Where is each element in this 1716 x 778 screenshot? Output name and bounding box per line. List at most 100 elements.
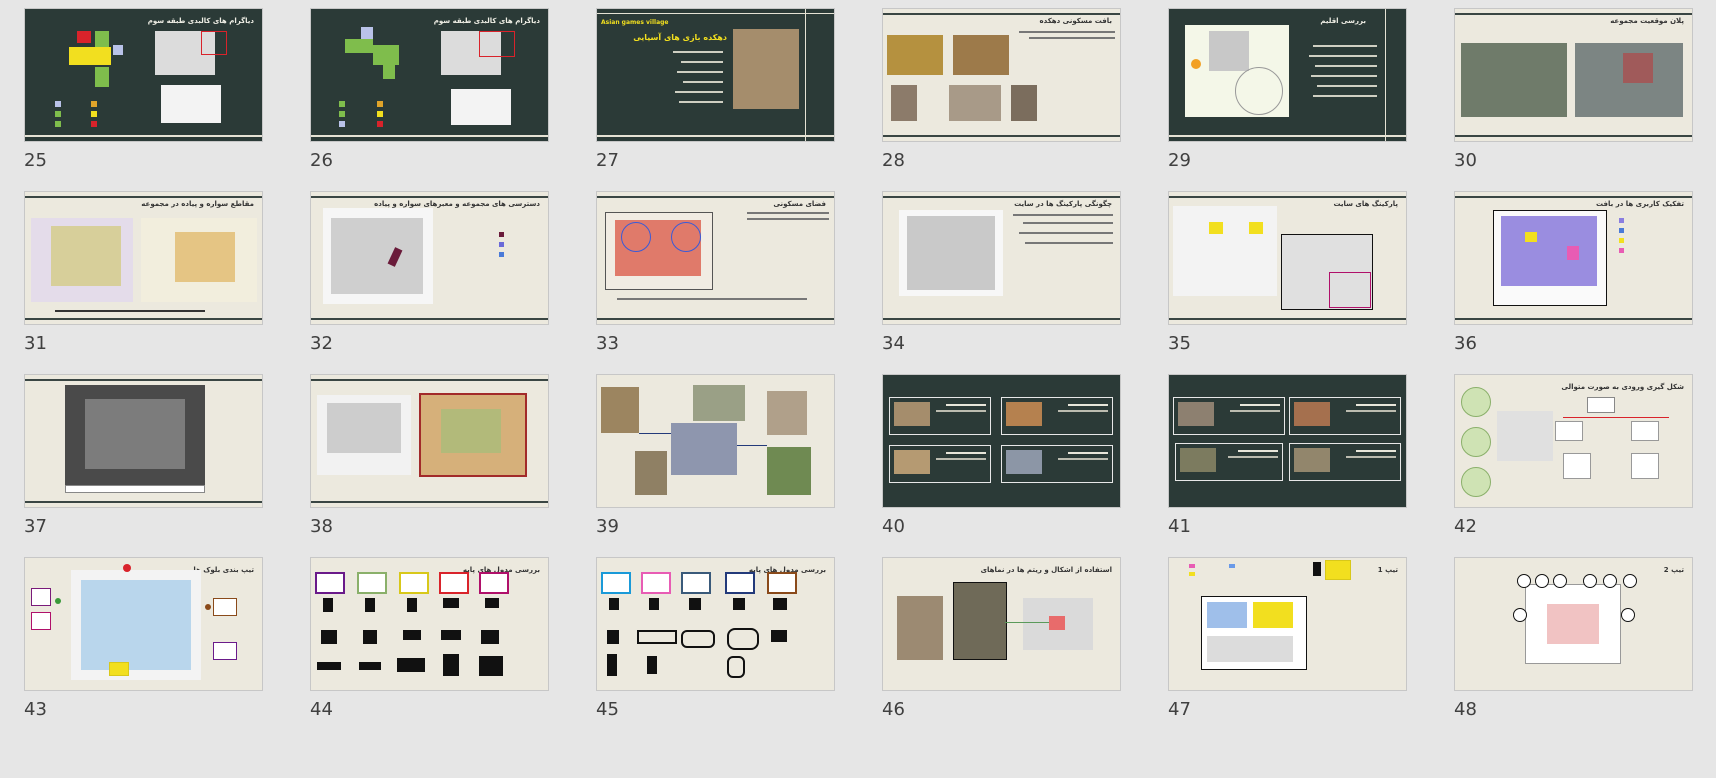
slide-32[interactable]: دسترسی های مجموعه و معبرهای سواره و پیاد… (310, 183, 551, 383)
card-heading (1356, 404, 1396, 406)
divider (1169, 135, 1406, 137)
slide-38[interactable]: 38 (310, 366, 551, 566)
slide-26[interactable]: دیاگرام های کالبدی طبقه سوم 26 (310, 0, 551, 200)
legend-swatch (91, 121, 97, 127)
slide-thumbnail[interactable]: تیپ بندی بلوک ها (24, 557, 263, 691)
module-shape (365, 598, 375, 612)
slide-sorter-grid: دیاگرام های کالبدی طبقه سوم 25 دیاگرام ه… (0, 0, 1716, 778)
slide-25[interactable]: دیاگرام های کالبدی طبقه سوم 25 (24, 0, 265, 200)
slide-thumbnail[interactable] (1168, 374, 1407, 508)
slide-37[interactable]: 37 (24, 366, 265, 566)
bullet-text (1313, 95, 1377, 97)
legend-swatch (1189, 572, 1195, 576)
module-shape (359, 662, 381, 670)
slide-thumbnail[interactable]: Asian games village دهکده بازی های آسیای… (596, 8, 835, 142)
divider (1385, 9, 1386, 141)
slide-48[interactable]: تیپ 2 48 (1454, 549, 1695, 749)
highlight-frame (201, 31, 227, 55)
slide-thumbnail[interactable]: پارکینگ های سایت (1168, 191, 1407, 325)
slide-41[interactable]: 41 (1168, 366, 1409, 566)
slide-thumbnail[interactable]: دیاگرام های کالبدی طبقه سوم (24, 8, 263, 142)
floor-plan (1207, 602, 1247, 628)
module-shape (771, 630, 787, 642)
slide-47[interactable]: تیپ 1 47 (1168, 549, 1409, 749)
slide-31[interactable]: مقاطع سواره و پیاده در مجموعه 31 (24, 183, 265, 383)
slide-27[interactable]: Asian games village دهکده بازی های آسیای… (596, 0, 837, 200)
slide-43[interactable]: تیپ بندی بلوک ها 43 (24, 549, 265, 749)
module-shape (479, 656, 503, 676)
module-shape (403, 630, 421, 640)
info-card[interactable] (889, 445, 991, 483)
slide-thumbnail[interactable]: بررسی اقلیم (1168, 8, 1407, 142)
slide-thumbnail[interactable]: استفاده از اشکال و ریتم ها در نماهای (882, 557, 1121, 691)
legend-swatch (1229, 564, 1235, 568)
photo (1180, 448, 1216, 472)
legend-swatch (55, 111, 61, 117)
slide-thumbnail[interactable] (24, 374, 263, 508)
plan-drawing (1173, 206, 1277, 296)
legend-swatch (499, 252, 504, 257)
slide-33[interactable]: فضای مسکونی 33 (596, 183, 837, 383)
info-card[interactable] (1289, 397, 1401, 435)
info-card[interactable] (1175, 443, 1283, 481)
info-card[interactable] (1173, 397, 1285, 435)
body-text (1029, 37, 1115, 39)
slide-thumbnail[interactable] (596, 374, 835, 508)
slide-thumbnail[interactable]: مقاطع سواره و پیاده در مجموعه (24, 191, 263, 325)
slide-number: 34 (882, 333, 905, 354)
slide-thumbnail[interactable]: تیپ 1 (1168, 557, 1407, 691)
slide-34[interactable]: چگونگی پارکینگ ها در سایت 34 (882, 183, 1123, 383)
slide-thumbnail[interactable]: چگونگی پارکینگ ها در سایت (882, 191, 1121, 325)
card-heading (946, 452, 986, 454)
slide-thumbnail[interactable]: بررسی مدول های پایه (310, 557, 549, 691)
slide-thumbnail[interactable]: تفکیک کاربری ها در بافت (1454, 191, 1693, 325)
slide-thumbnail[interactable]: شکل گیری ورودی به صورت متوالی (1454, 374, 1693, 508)
room-marker (1517, 574, 1531, 588)
slide-30[interactable]: پلان موقعیت مجموعه 30 (1454, 0, 1695, 200)
photo (887, 35, 943, 75)
info-card[interactable] (889, 397, 991, 435)
caption (617, 298, 807, 300)
module-shape (637, 630, 677, 644)
site-highlight (1623, 53, 1653, 83)
slide-thumbnail[interactable] (882, 374, 1121, 508)
slide-28[interactable]: بافت مسکونی دهکده 28 (882, 0, 1123, 200)
module-shape (649, 598, 659, 610)
slide-thumbnail[interactable]: تیپ 2 (1454, 557, 1693, 691)
slide-thumbnail[interactable]: پلان موقعیت مجموعه (1454, 8, 1693, 142)
divider (1169, 196, 1406, 198)
info-card[interactable] (1001, 397, 1113, 435)
slide-thumbnail[interactable]: بافت مسکونی دهکده (882, 8, 1121, 142)
slide-35[interactable]: پارکینگ های سایت 35 (1168, 183, 1409, 383)
landuse-block (1567, 246, 1579, 260)
slide-45[interactable]: بررسی مدول های پایه 45 (596, 549, 837, 749)
slide-39[interactable]: 39 (596, 366, 837, 566)
module-shape (317, 662, 341, 670)
slide-thumbnail[interactable]: فضای مسکونی (596, 191, 835, 325)
type-thumb (357, 572, 387, 594)
divider (883, 135, 1120, 137)
card-text (936, 410, 986, 412)
slide-title: دهکده بازی های آسیایی (633, 33, 727, 42)
slide-thumbnail[interactable] (310, 374, 549, 508)
type-thumb (479, 572, 509, 594)
divider (25, 379, 262, 381)
slide-46[interactable]: استفاده از اشکال و ریتم ها در نماهای 46 (882, 549, 1123, 749)
slide-thumbnail[interactable]: دیاگرام های کالبدی طبقه سوم (310, 8, 549, 142)
slide-thumbnail[interactable]: دسترسی های مجموعه و معبرهای سواره و پیاد… (310, 191, 549, 325)
info-card[interactable] (1001, 445, 1113, 483)
info-card[interactable] (1289, 443, 1401, 481)
slide-36[interactable]: تفکیک کاربری ها در بافت 36 (1454, 183, 1695, 383)
slide-thumbnail[interactable]: بررسی مدول های پایه (596, 557, 835, 691)
card-text (1228, 456, 1278, 458)
slide-40[interactable]: 40 (882, 366, 1123, 566)
room-marker (1553, 574, 1567, 588)
slide-title: تیپ بندی بلوک ها (193, 566, 254, 574)
slide-29[interactable]: بررسی اقلیم 29 (1168, 0, 1409, 200)
card-heading (1068, 452, 1108, 454)
slide-42[interactable]: شکل گیری ورودی به صورت متوالی 42 (1454, 366, 1695, 566)
slide-44[interactable]: بررسی مدول های پایه 44 (310, 549, 551, 749)
legend-swatch (1619, 218, 1624, 223)
diagram-block (345, 39, 373, 53)
landuse-block (1525, 232, 1537, 242)
